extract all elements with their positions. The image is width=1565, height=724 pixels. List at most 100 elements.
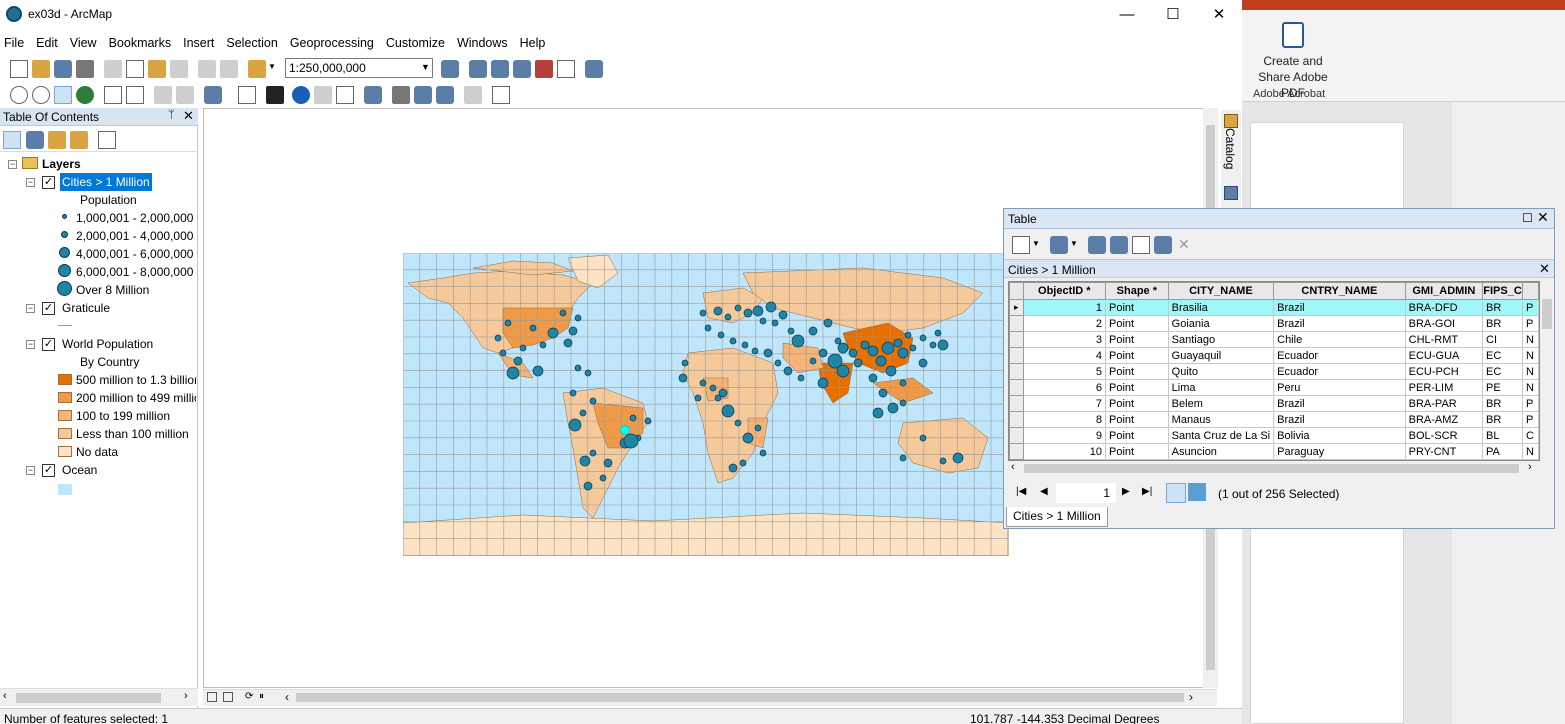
city-point[interactable]	[860, 340, 870, 350]
table-window-titlebar[interactable]: Table ☐ ✕	[1004, 209, 1554, 229]
city-point[interactable]	[872, 407, 884, 419]
selected-city-brasilia[interactable]	[620, 425, 630, 435]
row-selector[interactable]	[1009, 363, 1024, 380]
city-point[interactable]	[699, 379, 707, 387]
city-point[interactable]	[579, 409, 587, 417]
city-point[interactable]	[709, 384, 717, 392]
ocean-visibility-checkbox[interactable]: ✓	[42, 464, 55, 477]
menu-geoprocessing[interactable]: Geoprocessing	[284, 32, 380, 54]
objectid-cell[interactable]: 3	[1022, 331, 1106, 348]
world-map[interactable]	[403, 253, 1009, 556]
menu-bookmarks[interactable]: Bookmarks	[103, 32, 178, 54]
column-header-gmi-admin[interactable]: GMI_ADMIN	[1404, 282, 1484, 300]
city-point[interactable]	[583, 481, 593, 491]
city-name-cell[interactable]: Asuncion	[1167, 443, 1275, 460]
gmi-admin-cell[interactable]: BRA-PAR	[1404, 395, 1484, 412]
fips-cell[interactable]: EC	[1482, 363, 1523, 380]
column-header-cntry-name[interactable]: CNTRY_NAME	[1273, 282, 1406, 300]
go-to-xy-icon[interactable]	[436, 86, 454, 104]
city-point[interactable]	[759, 317, 767, 325]
arctoolbox-icon[interactable]	[535, 60, 553, 78]
city-point[interactable]	[694, 394, 702, 402]
fips-cell[interactable]: BR	[1482, 395, 1523, 412]
find-binoculars-icon[interactable]	[392, 86, 410, 104]
row-selector-header[interactable]	[1009, 282, 1024, 300]
search-tab-icon[interactable]	[1224, 186, 1238, 200]
cities-visibility-checkbox[interactable]: ✓	[42, 176, 55, 189]
city-point[interactable]	[774, 359, 782, 367]
cntry-name-cell[interactable]: Ecuador	[1273, 347, 1406, 364]
city-point[interactable]	[899, 454, 907, 462]
city-point[interactable]	[568, 326, 578, 336]
next-cell[interactable]: P	[1522, 315, 1539, 332]
city-point[interactable]	[759, 449, 767, 457]
city-point[interactable]	[934, 329, 942, 337]
python-window-icon[interactable]	[557, 60, 575, 78]
fips-cell[interactable]: BR	[1482, 315, 1523, 332]
search-window-icon[interactable]	[513, 60, 531, 78]
map-horizontal-thumb[interactable]	[296, 693, 1184, 702]
table-layer-close-icon[interactable]: ✕	[1539, 261, 1550, 277]
clear-selection-icon[interactable]	[238, 86, 256, 104]
city-point[interactable]	[568, 418, 582, 432]
ocean-collapse-icon[interactable]: −	[26, 466, 35, 475]
next-cell[interactable]: P	[1522, 299, 1539, 316]
city-point[interactable]	[818, 348, 828, 358]
table-maximize-icon[interactable]: ☐	[1522, 211, 1533, 225]
map-scale-input[interactable]: 1:250,000,000	[285, 58, 433, 78]
row-selector[interactable]	[1009, 443, 1024, 460]
paste-icon[interactable]	[148, 60, 166, 78]
objectid-cell[interactable]: 10	[1022, 443, 1106, 460]
next-cell[interactable]: P	[1522, 395, 1539, 412]
row-selector[interactable]	[1009, 395, 1024, 412]
city-point[interactable]	[765, 301, 777, 313]
city-point[interactable]	[919, 334, 927, 342]
city-point[interactable]	[734, 304, 742, 312]
city-point[interactable]	[808, 326, 818, 336]
show-all-records-icon[interactable]	[1166, 483, 1186, 503]
city-point[interactable]	[713, 306, 723, 316]
table-tab[interactable]: Cities > 1 Million	[1006, 507, 1108, 527]
cntry-name-cell[interactable]: Chile	[1273, 331, 1406, 348]
list-by-source-icon[interactable]	[26, 131, 44, 149]
city-point[interactable]	[574, 364, 582, 372]
fixed-zoom-out-icon[interactable]	[126, 86, 144, 104]
create-viewer-window-icon[interactable]	[492, 86, 510, 104]
city-name-cell[interactable]: Brasilia	[1167, 299, 1275, 316]
cntry-name-cell[interactable]: Brazil	[1273, 411, 1406, 428]
row-selector[interactable]	[1009, 427, 1024, 444]
delete-icon[interactable]	[170, 60, 188, 78]
objectid-cell[interactable]: 4	[1022, 347, 1106, 364]
city-name-cell[interactable]: Santa Cruz de La Si	[1167, 427, 1275, 444]
grid-horizontal-thumb[interactable]	[1024, 464, 1519, 473]
go-forward-icon[interactable]	[176, 86, 194, 104]
city-point[interactable]	[494, 334, 502, 342]
fips-cell[interactable]: PA	[1482, 443, 1523, 460]
city-point[interactable]	[547, 327, 559, 339]
select-elements-arrow-icon[interactable]	[266, 86, 284, 104]
menu-selection[interactable]: Selection	[220, 32, 283, 54]
clear-table-selection-icon[interactable]	[1132, 236, 1150, 254]
table-row[interactable]: ▸ 1 Point Brasilia Brazil BRA-DFD BR P	[1009, 299, 1539, 316]
menu-file[interactable]: File	[0, 32, 30, 54]
go-back-icon[interactable]	[154, 86, 172, 104]
layers-root-label[interactable]: Layers	[42, 155, 81, 173]
world-pop-visibility-checkbox[interactable]: ✓	[42, 338, 55, 351]
menu-edit[interactable]: Edit	[30, 32, 64, 54]
layers-collapse-icon[interactable]: −	[8, 160, 17, 169]
add-data-icon[interactable]	[248, 60, 266, 78]
gmi-admin-cell[interactable]: BRA-AMZ	[1404, 411, 1484, 428]
shape-cell[interactable]: Point	[1104, 363, 1169, 380]
create-pdf-icon[interactable]	[1282, 22, 1304, 48]
city-name-cell[interactable]: Quito	[1167, 363, 1275, 380]
city-point[interactable]	[629, 414, 637, 422]
city-point[interactable]	[579, 455, 591, 467]
list-by-drawing-order-icon[interactable]	[3, 131, 21, 149]
fips-cell[interactable]: CI	[1482, 331, 1523, 348]
city-point[interactable]	[704, 324, 712, 332]
fips-cell[interactable]: PE	[1482, 379, 1523, 396]
cut-icon[interactable]	[104, 60, 122, 78]
ocean-layer-label[interactable]: Ocean	[62, 461, 97, 479]
city-name-cell[interactable]: Goiania	[1167, 315, 1275, 332]
gmi-admin-cell[interactable]: ECU-PCH	[1404, 363, 1484, 380]
